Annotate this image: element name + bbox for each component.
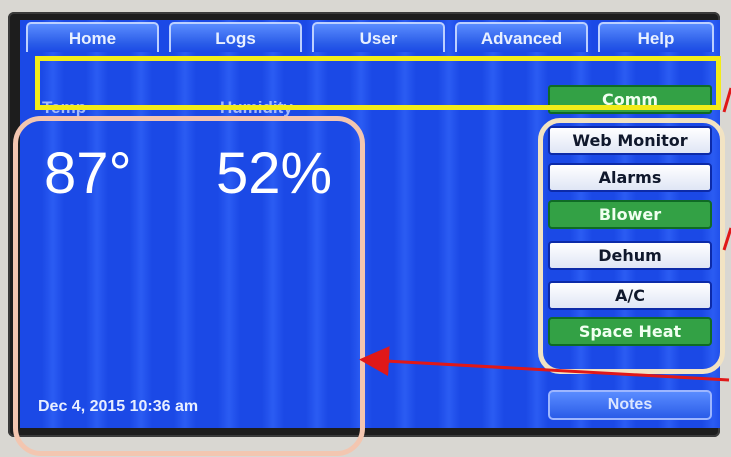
- arrow-to-readings: [359, 346, 730, 382]
- annotation-arrows: [359, 87, 731, 382]
- arrow-to-comm: [722, 87, 731, 113]
- arrow-to-side-buttons: [722, 227, 731, 251]
